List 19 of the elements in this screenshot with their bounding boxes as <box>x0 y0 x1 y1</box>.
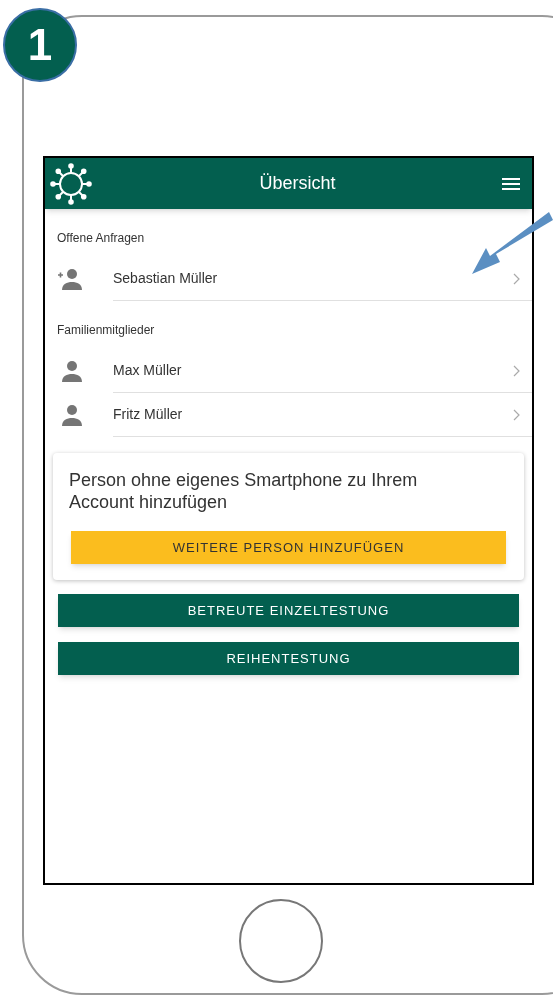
chevron-right-icon <box>513 408 520 421</box>
step-badge: 1 <box>3 8 77 82</box>
action-button[interactable]: REIHENTESTUNG <box>58 642 519 675</box>
add-person-button[interactable]: WEITERE PERSON HINZUFÜGEN <box>71 531 506 564</box>
section-label: Offene Anfragen <box>57 230 145 247</box>
virus-icon <box>49 161 93 206</box>
section-label: Familienmitglieder <box>57 322 155 339</box>
chevron-right-icon <box>513 364 520 377</box>
person-name: Sebastian Müller <box>113 269 219 288</box>
screen-title: Übersicht <box>258 172 337 195</box>
person-name: Max Müller <box>113 361 183 380</box>
person-list-item[interactable]: Max Müller <box>45 349 532 393</box>
add-person-icon <box>57 268 83 290</box>
card-text: Person ohne eigenes Smartphone zu Ihrem Account hinzufügen <box>69 469 419 513</box>
menu-icon[interactable] <box>502 176 520 191</box>
action-button[interactable]: BETREUTE EINZELTESTUNG <box>58 594 519 627</box>
person-list-item[interactable]: Fritz Müller <box>45 393 532 437</box>
chevron-right-icon <box>513 272 520 285</box>
person-name: Fritz Müller <box>113 405 184 424</box>
